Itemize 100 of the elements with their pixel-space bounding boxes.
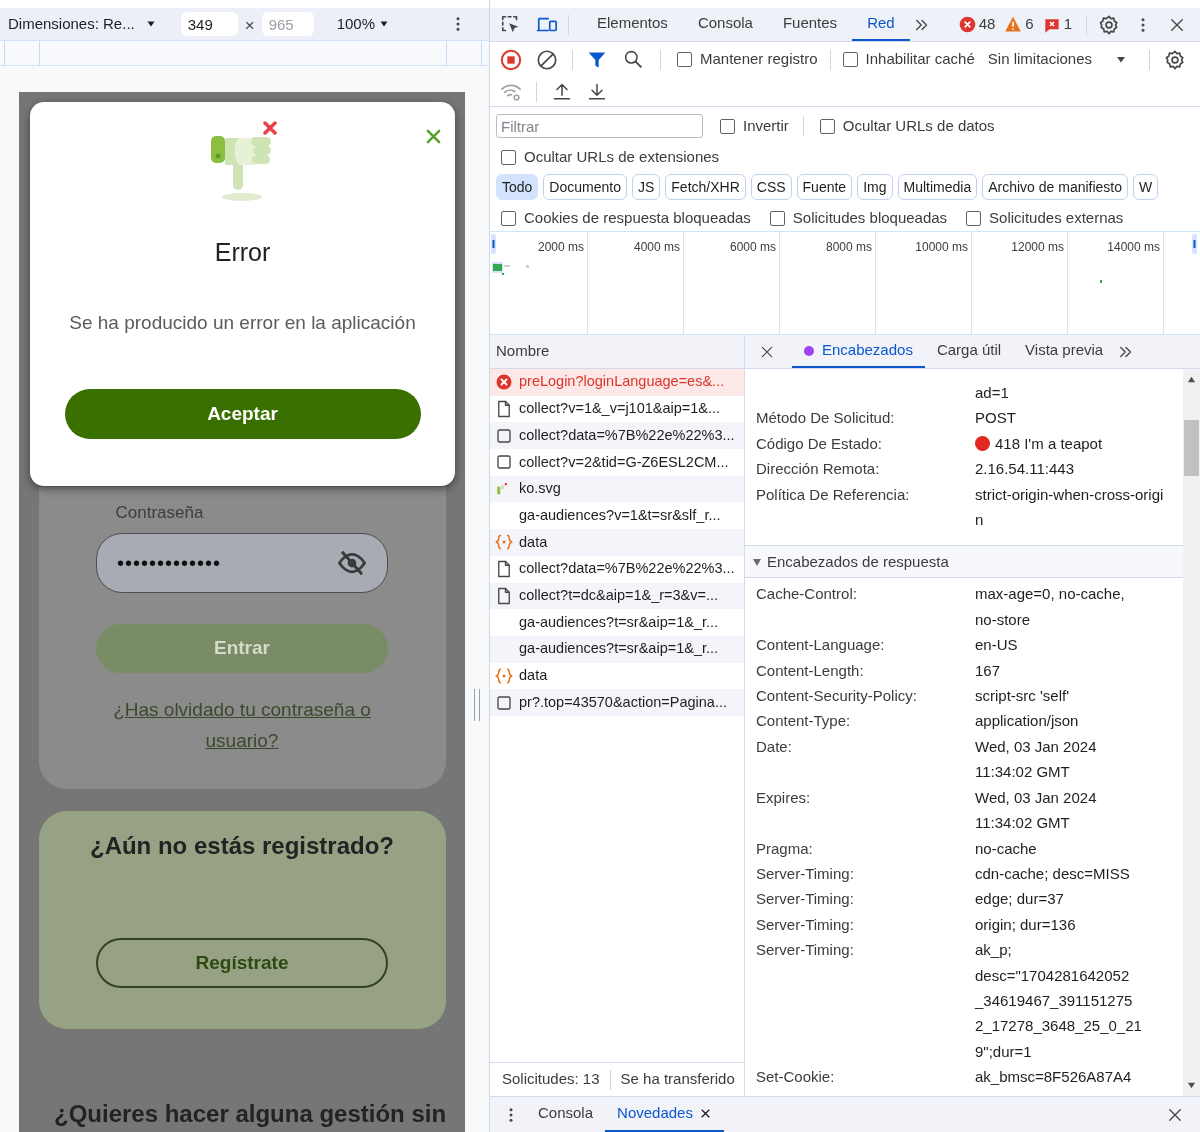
dimensions-dropdown[interactable]: Dimensiones: Re... xyxy=(8,12,157,36)
type-filter-chip[interactable]: Documento xyxy=(543,174,627,200)
request-row[interactable]: collect?data=%7B%22e%22%3... xyxy=(490,422,744,450)
square-icon xyxy=(495,426,513,445)
overview-handle[interactable] xyxy=(1192,234,1197,254)
header-name: Política De Referencia: xyxy=(756,484,911,505)
throttling-dropdown[interactable]: Sin limitaciones xyxy=(987,48,1127,71)
header-name: Método De Solicitud: xyxy=(756,408,896,429)
checkbox[interactable] xyxy=(501,210,516,226)
errors-counter[interactable]: 48 xyxy=(958,13,996,36)
braces-icon xyxy=(495,666,513,685)
checkbox[interactable] xyxy=(842,52,858,67)
type-filter-chip[interactable]: Fuente xyxy=(796,174,853,200)
time-tick-label: 4000 ms xyxy=(633,239,680,256)
error-icon xyxy=(958,16,976,33)
type-filter-chip[interactable]: Img xyxy=(857,174,893,200)
section-heading: ¿Quieres hacer alguna gestión sin xyxy=(54,1099,447,1129)
panel-tab[interactable]: Consola xyxy=(682,8,768,41)
settings-icon[interactable] xyxy=(1098,13,1120,36)
panel-tab[interactable]: Fuentes xyxy=(767,8,853,41)
checkbox[interactable] xyxy=(677,52,692,67)
header-value: Wed, 03 Jan 2024 11:34:02 GMT xyxy=(975,736,1097,783)
panel-tab[interactable]: Elementos xyxy=(582,8,683,41)
request-row[interactable]: ga-audiences?t=sr&aip=1&_r... xyxy=(490,635,744,663)
type-filter-chip[interactable]: Todo xyxy=(496,174,539,200)
overview-handle[interactable] xyxy=(491,234,496,254)
header-value: 418 I'm a teapot xyxy=(995,433,1103,454)
header-name: Server-Timing: xyxy=(756,863,855,884)
type-filter-chip[interactable]: Multimedia xyxy=(897,174,978,200)
checkbox[interactable] xyxy=(720,118,735,134)
section-header[interactable]: Encabezados de respuesta xyxy=(745,546,1183,579)
request-name: collect?v=2&tid=G-Z6ESL2CM... xyxy=(519,452,729,472)
request-row[interactable]: collect?t=dc&aip=1&_r=3&v=... xyxy=(490,582,744,610)
accept-button[interactable]: Aceptar xyxy=(64,389,421,439)
warnings-counter[interactable]: 6 xyxy=(1004,13,1034,36)
header-name: Expires: xyxy=(756,787,812,808)
request-name: ko.svg xyxy=(519,479,561,499)
time-tick-label: 14000 ms xyxy=(1107,239,1160,256)
square-icon xyxy=(495,453,513,472)
header-value: cdn-cache; desc=MISS xyxy=(975,863,1130,884)
checkbox[interactable] xyxy=(966,210,982,226)
error-icon xyxy=(495,373,513,392)
panel-tab[interactable]: Red xyxy=(852,8,910,41)
scroll-up-icon[interactable] xyxy=(1187,375,1196,384)
dot-icon xyxy=(804,345,814,356)
checkbox-label: Solicitudes bloqueadas xyxy=(792,207,948,228)
checkbox[interactable] xyxy=(769,210,785,226)
braces-icon xyxy=(495,533,513,552)
details-tab[interactable]: Encabezados xyxy=(792,335,925,368)
width-field[interactable]: 349 xyxy=(180,12,238,37)
request-name: collect?v=1&_v=j101&aip=1&... xyxy=(519,399,721,419)
header-value: ad=1 xyxy=(975,383,1009,403)
request-row[interactable]: pr?.top=43570&action=Pagina... xyxy=(490,689,744,716)
settings-icon[interactable] xyxy=(1164,48,1186,71)
scrollbar-thumb[interactable] xyxy=(1184,420,1199,476)
request-name: ga-audiences?t=sr&aip=1&_r... xyxy=(519,612,719,632)
header-name: Set-Cookie: xyxy=(756,1067,836,1088)
type-filter-chip[interactable]: JS xyxy=(631,174,661,200)
type-filter-chip[interactable]: CSS xyxy=(750,174,792,200)
header-value: strict-origin-when-cross-origi n xyxy=(975,484,1164,531)
type-filter-chip[interactable]: W xyxy=(1133,174,1159,200)
search-icon[interactable] xyxy=(623,49,644,70)
header-name: Server-Timing: xyxy=(756,889,855,910)
password-field[interactable]: ••••••••••••• xyxy=(96,532,388,593)
request-row[interactable]: preLogin?loginLanguage=es&... xyxy=(490,369,744,396)
checkbox[interactable] xyxy=(501,149,516,165)
header-value: POST xyxy=(975,408,1016,429)
document-icon xyxy=(495,586,513,605)
request-row[interactable]: ko.svg xyxy=(490,475,744,503)
clear-icon[interactable] xyxy=(536,48,558,71)
header-name: Content-Length: xyxy=(756,660,865,681)
type-filter-chip[interactable]: Archivo de manifiesto xyxy=(982,174,1129,200)
request-name: preLogin?loginLanguage=es&... xyxy=(519,372,725,392)
register-button[interactable]: Regístrate xyxy=(96,938,388,988)
header-value: script-src 'self' xyxy=(975,686,1070,707)
header-name: Dirección Remota: xyxy=(756,459,881,480)
download-icon[interactable] xyxy=(587,81,607,102)
time-tick-label: 6000 ms xyxy=(729,239,776,256)
details-tab[interactable]: Vista previa xyxy=(1013,335,1116,368)
drawer-tab[interactable]: Consola xyxy=(526,1097,606,1132)
stop-recording-icon[interactable] xyxy=(500,48,522,71)
drawer-tab[interactable]: Novedades xyxy=(605,1097,724,1132)
checkbox-label: Solicitudes externas xyxy=(989,207,1124,228)
warning-icon xyxy=(1004,16,1023,33)
transfer-summary: Se ha transferido xyxy=(619,1069,735,1090)
details-tab[interactable]: Carga útil xyxy=(924,335,1014,368)
scroll-down-icon[interactable] xyxy=(1187,1081,1196,1090)
filter-field[interactable]: Filtrar xyxy=(496,114,703,138)
column-header: Nombre xyxy=(496,341,550,362)
upload-icon[interactable] xyxy=(552,81,572,102)
header-value: 167 xyxy=(975,660,1001,681)
header-name: Server-Timing: xyxy=(756,940,855,961)
type-filter-chip[interactable]: Fetch/XHR xyxy=(665,174,746,200)
issues-counter[interactable]: 1 xyxy=(1043,13,1072,36)
register-heading: ¿Aún no estás registrado? xyxy=(89,831,394,861)
times-sign: × xyxy=(244,15,255,38)
zoom-dropdown[interactable]: 100% xyxy=(336,12,391,36)
request-row[interactable]: data xyxy=(490,529,744,556)
header-value: edge; dur=37 xyxy=(975,889,1064,910)
checkbox[interactable] xyxy=(819,118,835,134)
